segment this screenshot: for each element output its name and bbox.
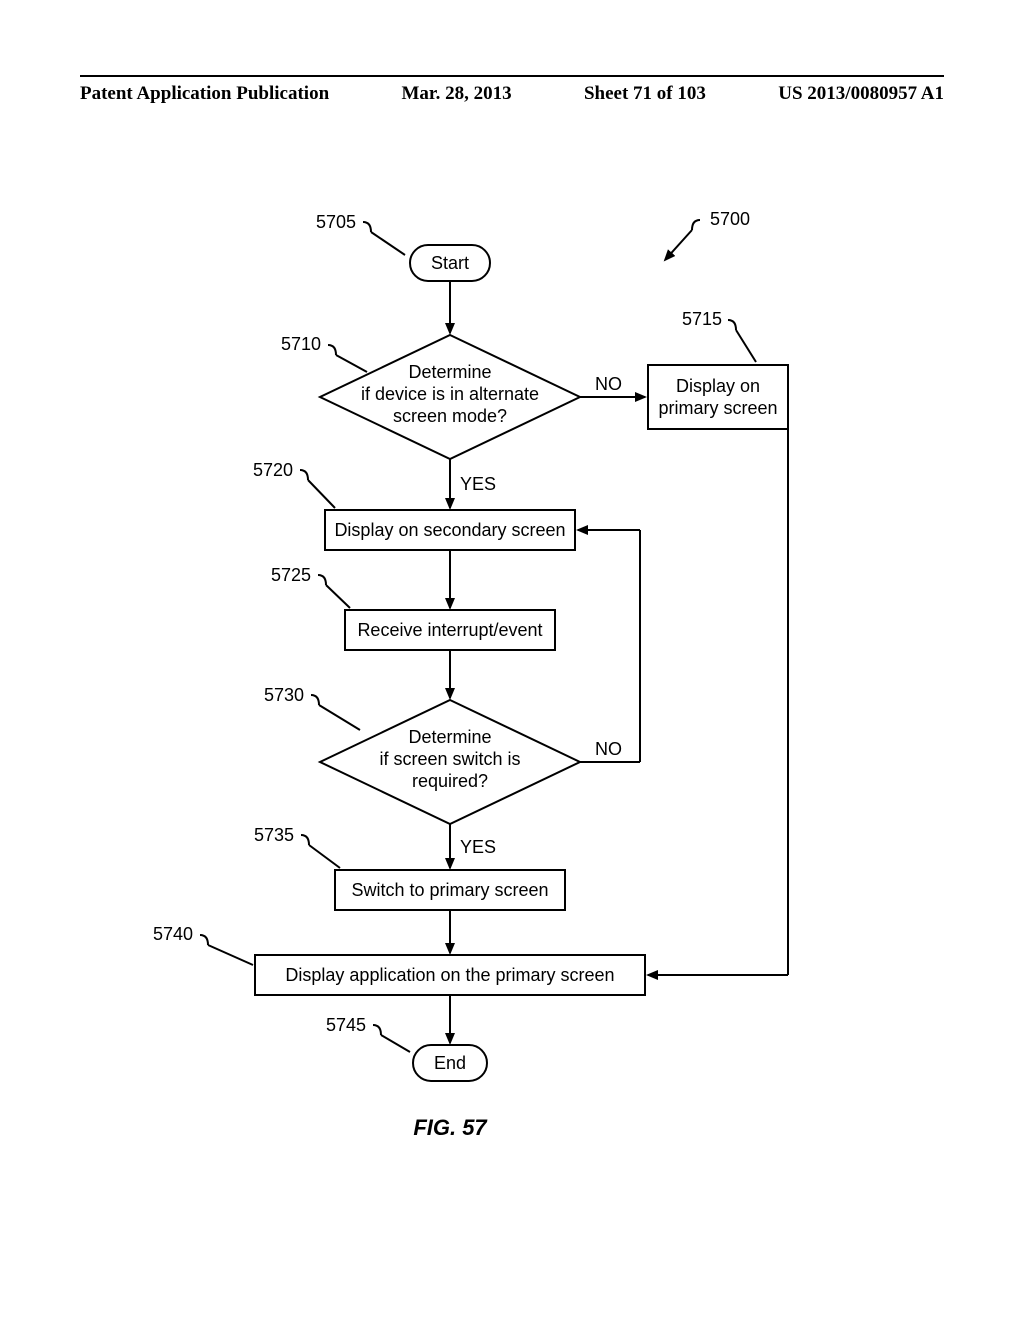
figure-label: FIG. 57 xyxy=(413,1115,488,1140)
edge-no-1: NO xyxy=(595,374,622,394)
label-5710: 5710 xyxy=(281,334,321,354)
p5715-l1: Display on xyxy=(676,376,760,396)
header-left: Patent Application Publication xyxy=(80,83,329,105)
label-5745: 5745 xyxy=(326,1015,366,1035)
d1-l2: if device is in alternate xyxy=(361,384,539,404)
edge-yes-1: YES xyxy=(460,474,496,494)
page: Patent Application Publication Mar. 28, … xyxy=(0,0,1024,1320)
header-sheet: Sheet 71 of 103 xyxy=(584,83,706,105)
p5715-l2: primary screen xyxy=(658,398,777,418)
p5735: Switch to primary screen xyxy=(351,880,548,900)
label-5715: 5715 xyxy=(682,309,722,329)
label-5705: 5705 xyxy=(316,212,356,232)
label-5720: 5720 xyxy=(253,460,293,480)
label-5740: 5740 xyxy=(153,924,193,944)
d2-l1: Determine xyxy=(408,727,491,747)
d2-l2: if screen switch is xyxy=(379,749,520,769)
edge-no-2: NO xyxy=(595,739,622,759)
header-rule xyxy=(80,75,944,77)
header-date: Mar. 28, 2013 xyxy=(402,83,512,105)
label-5725: 5725 xyxy=(271,565,311,585)
label-5735: 5735 xyxy=(254,825,294,845)
process-display-primary xyxy=(648,365,788,429)
d2-l3: required? xyxy=(412,771,488,791)
start-text: Start xyxy=(431,253,469,273)
p5725: Receive interrupt/event xyxy=(357,620,542,640)
header-pubno: US 2013/0080957 A1 xyxy=(778,83,944,105)
label-5700: 5700 xyxy=(710,209,750,229)
header: Patent Application Publication Mar. 28, … xyxy=(80,83,944,105)
label-5730: 5730 xyxy=(264,685,304,705)
d1-l3: screen mode? xyxy=(393,406,507,426)
d1-l1: Determine xyxy=(408,362,491,382)
end-text: End xyxy=(434,1053,466,1073)
p5740: Display application on the primary scree… xyxy=(285,965,614,985)
edge-yes-2: YES xyxy=(460,837,496,857)
p5720: Display on secondary screen xyxy=(334,520,565,540)
diagram: 5700 Start 5705 Determine if device is i… xyxy=(0,150,1024,1255)
